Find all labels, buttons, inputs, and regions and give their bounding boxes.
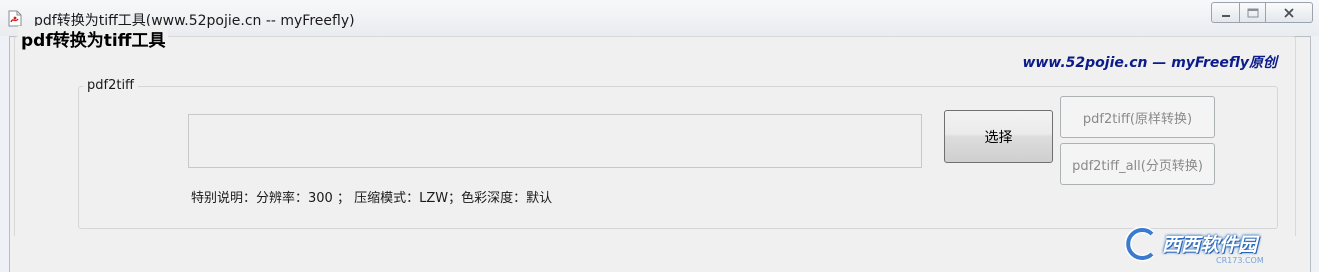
select-file-button[interactable]: 选择 — [944, 110, 1053, 163]
pdf-file-icon[interactable] — [8, 10, 22, 27]
main-group-title: pdf转换为tiff工具 — [18, 26, 169, 51]
watermark-text: 西西软件园 — [1162, 234, 1258, 256]
watermark-subtext: CR173.COM — [1216, 256, 1264, 265]
maximize-icon — [1247, 3, 1259, 22]
file-path-input[interactable] — [188, 114, 922, 168]
watermark-c-icon — [1124, 226, 1155, 262]
pdf2tiff-button[interactable]: pdf2tiff(原样转换) — [1060, 96, 1215, 138]
title-bar[interactable]: pdf转换为tiff工具(www.52pojie.cn -- myFreefly… — [0, 0, 1319, 36]
settings-note: 特别说明：分辨率：300 ； 压缩模式：LZW；色彩深度：默认 — [191, 191, 553, 206]
close-icon — [1283, 3, 1295, 22]
pdf2tiff-all-button[interactable]: pdf2tiff_all(分页转换) — [1060, 143, 1215, 185]
minimize-button[interactable] — [1211, 2, 1240, 23]
minimize-icon — [1221, 3, 1231, 22]
maximize-button[interactable] — [1240, 2, 1266, 23]
pdf2tiff-group-title: pdf2tiff — [83, 78, 139, 93]
watermark-logo: 西西软件园 CR173.COM — [1120, 226, 1310, 265]
close-button[interactable] — [1266, 2, 1313, 23]
app-window: pdf转换为tiff工具(www.52pojie.cn -- myFreefly… — [0, 0, 1319, 272]
window-controls — [1211, 2, 1313, 24]
author-credit: www.52pojie.cn — myFreefly原创 — [1022, 55, 1277, 71]
